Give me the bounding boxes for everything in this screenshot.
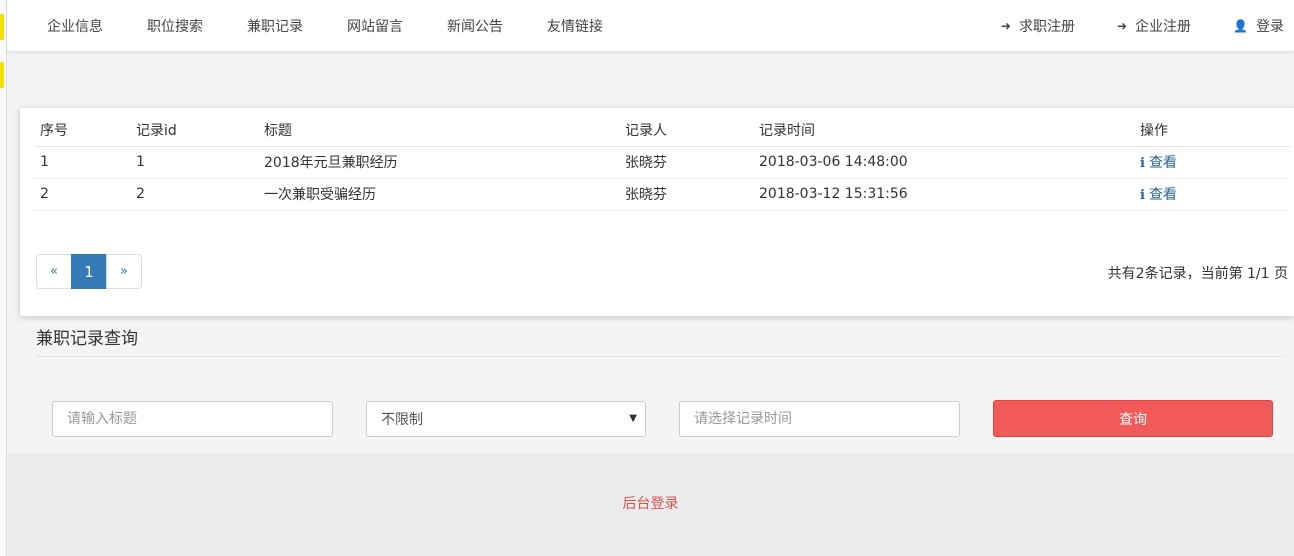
main-nav: 企业信息 职位搜索 兼职记录 网站留言 新闻公告 友情链接 — [47, 0, 647, 52]
view-link[interactable]: i 查看 — [1140, 187, 1177, 203]
col-header-action: 操作 — [1134, 114, 1290, 147]
record-time-input[interactable] — [679, 401, 960, 437]
login-link[interactable]: 👤 登录 — [1233, 16, 1284, 36]
records-table: 序号 记录id 标题 记录人 记录时间 操作 1 1 2018年元旦兼职经历 张… — [34, 114, 1290, 211]
info-icon: i — [1140, 156, 1145, 171]
col-header-title: 标题 — [258, 114, 619, 147]
job-seeker-register-label: 求职注册 — [1018, 19, 1075, 35]
cell-recorder: 张晓芬 — [619, 146, 753, 179]
cell-time: 2018-03-06 14:48:00 — [753, 146, 1134, 179]
cell-recorder: 张晓芬 — [619, 178, 753, 211]
cell-time: 2018-03-12 15:31:56 — [753, 178, 1134, 211]
footer: 后台登录 — [7, 453, 1294, 556]
nav-friend-links[interactable]: 友情链接 — [547, 16, 603, 36]
table-row: 1 1 2018年元旦兼职经历 张晓芬 2018-03-06 14:48:00 … — [34, 146, 1290, 179]
view-label: 查看 — [1148, 155, 1177, 171]
caret-down-icon: ▼ — [629, 413, 637, 424]
pagination: « 1 » — [36, 254, 142, 289]
col-header-recorder: 记录人 — [619, 114, 753, 147]
cell-id: 1 — [130, 146, 258, 179]
title-search-input[interactable] — [52, 401, 333, 437]
sign-in-icon: ➜ — [1000, 19, 1011, 33]
cell-action: i 查看 — [1134, 178, 1290, 211]
nav-company-info[interactable]: 企业信息 — [47, 16, 103, 36]
nav-news[interactable]: 新闻公告 — [447, 16, 503, 36]
user-icon: 👤 — [1233, 19, 1248, 33]
query-button[interactable]: 查询 — [993, 400, 1273, 437]
cell-action: i 查看 — [1134, 146, 1290, 179]
admin-login-link[interactable]: 后台登录 — [7, 493, 1294, 513]
cell-title: 一次兼职受骗经历 — [258, 178, 619, 211]
edge-marker — [0, 14, 4, 40]
company-register-link[interactable]: ➜ 企业注册 — [1117, 16, 1191, 36]
edge-marker — [0, 62, 4, 88]
top-navbar: 企业信息 职位搜索 兼职记录 网站留言 新闻公告 友情链接 ➜ 求职注册 ➜ 企… — [7, 0, 1294, 52]
pagination-next-button[interactable]: » — [106, 254, 142, 289]
section-divider — [36, 356, 1286, 357]
pagination-page-1[interactable]: 1 — [71, 254, 107, 289]
job-seeker-register-link[interactable]: ➜ 求职注册 — [1001, 16, 1075, 36]
sign-in-icon: ➜ — [1116, 19, 1128, 33]
condition-select[interactable]: 不限制 ▼ — [366, 401, 646, 437]
section-title: 兼职记录查询 — [36, 329, 138, 349]
table-row: 2 2 一次兼职受骗经历 张晓芬 2018-03-12 15:31:56 i 查看 — [34, 178, 1290, 211]
col-header-time: 记录时间 — [753, 114, 1134, 147]
login-label: 登录 — [1256, 19, 1284, 35]
view-label: 查看 — [1148, 187, 1177, 203]
nav-job-search[interactable]: 职位搜索 — [147, 16, 203, 36]
cell-seq: 2 — [34, 178, 130, 211]
cell-id: 2 — [130, 178, 258, 211]
nav-guestbook[interactable]: 网站留言 — [347, 16, 403, 36]
company-register-label: 企业注册 — [1135, 19, 1192, 35]
pagination-prev-button[interactable]: « — [36, 254, 72, 289]
records-panel: 序号 记录id 标题 记录人 记录时间 操作 1 1 2018年元旦兼职经历 张… — [20, 108, 1294, 316]
info-icon: i — [1140, 188, 1145, 203]
col-header-id: 记录id — [130, 114, 258, 147]
left-edge-bar — [0, 0, 7, 556]
nav-parttime-records[interactable]: 兼职记录 — [247, 16, 303, 36]
cell-title: 2018年元旦兼职经历 — [258, 146, 619, 179]
condition-select-value: 不限制 — [381, 412, 423, 428]
account-nav: ➜ 求职注册 ➜ 企业注册 👤 登录 — [959, 0, 1284, 52]
table-header-row: 序号 记录id 标题 记录人 记录时间 操作 — [34, 114, 1290, 147]
pagination-info: 共有2条记录，当前第 1/1 页 — [1107, 266, 1288, 282]
cell-seq: 1 — [34, 146, 130, 179]
view-link[interactable]: i 查看 — [1140, 155, 1177, 171]
col-header-seq: 序号 — [34, 114, 130, 147]
